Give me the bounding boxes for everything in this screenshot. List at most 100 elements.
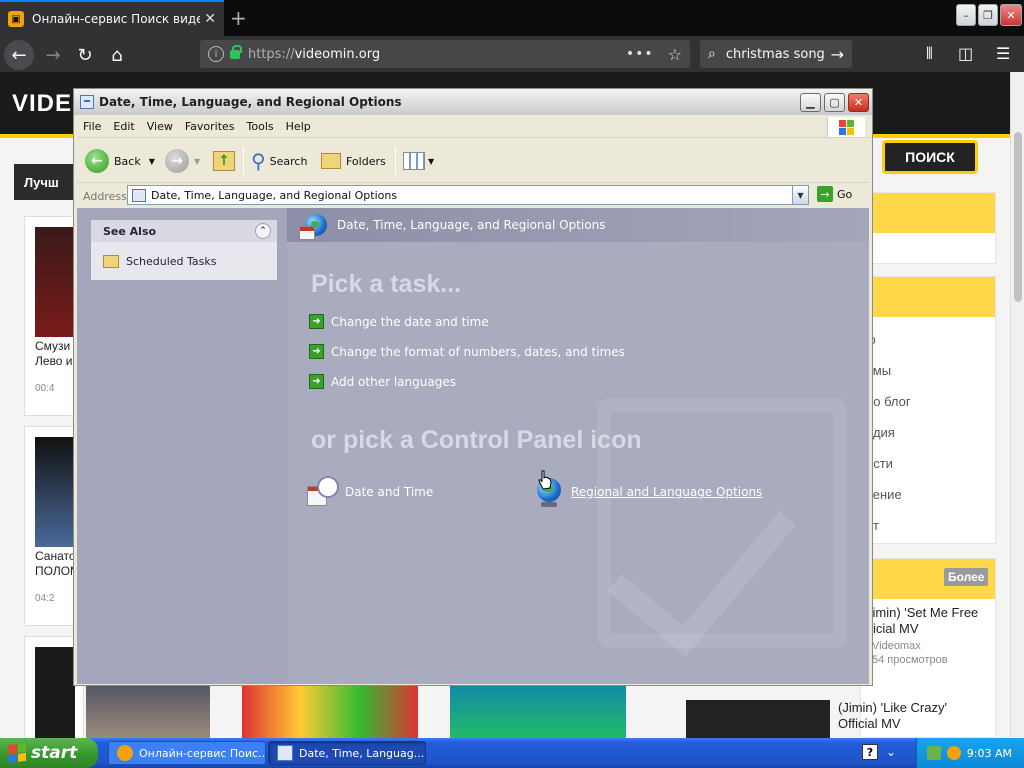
calendar-icon [299, 226, 315, 240]
address-label: Address [83, 189, 127, 203]
taskbar-firefox-button[interactable]: Онлайн-сервис Поис... [108, 741, 266, 765]
folders-button[interactable]: Folders [321, 145, 386, 177]
video-thumbnail[interactable] [242, 684, 418, 738]
sidebar-toggle-icon[interactable]: ◫ [958, 44, 973, 63]
date-and-time-applet[interactable]: Date and Time [307, 476, 433, 508]
dropdown-arrow-icon[interactable]: ▼ [149, 157, 155, 166]
address-bar: Address Date, Time, Language, and Region… [77, 184, 869, 208]
library-icon[interactable]: ⫴ [926, 44, 933, 64]
search-tray-icon[interactable] [946, 746, 961, 760]
task-change-number-format[interactable]: ➜ Change the format of numbers, dates, a… [309, 344, 625, 359]
windows-flag-icon [827, 117, 865, 137]
address-input[interactable]: Date, Time, Language, and Regional Optio… [127, 185, 809, 205]
page-actions-icon[interactable]: ••• [626, 46, 654, 62]
search-go-arrow-icon[interactable]: → [831, 45, 844, 64]
task-arrow-icon: ➜ [309, 344, 324, 359]
video-thumbnail[interactable] [86, 684, 210, 738]
close-browser-button[interactable]: ✕ [1000, 4, 1022, 26]
windows-logo-icon [8, 742, 26, 764]
menu-view[interactable]: View [141, 120, 179, 133]
site-logo[interactable]: VIDE [12, 90, 72, 118]
video-duration: 00:4 [35, 383, 55, 394]
close-tab-icon[interactable]: ✕ [204, 11, 216, 27]
toolbar: ← Back ▼ → ▼ ↑ ⚲ Search Folders ▼ [77, 139, 869, 183]
back-arrow-icon: ← [85, 149, 109, 173]
dropdown-arrow-icon[interactable]: ▼ [428, 157, 434, 166]
back-arrow-icon[interactable]: ← [4, 40, 34, 70]
minimize-browser-button[interactable]: – [956, 4, 976, 26]
regional-language-applet[interactable]: Regional and Language Options [533, 476, 762, 508]
taskbar: start Онлайн-сервис Поис... Date, Time, … [0, 738, 1024, 768]
url-bar[interactable]: i https:// videomin.org ••• ☆ [200, 40, 690, 68]
task-change-date-time[interactable]: ➜ Change the date and time [309, 314, 489, 329]
menu-tools[interactable]: Tools [241, 120, 280, 133]
browser-tab[interactable]: ▣ Онлайн-сервис Поиск видео и с ✕ [0, 0, 224, 36]
video-thumbnail[interactable] [35, 647, 75, 738]
scheduled-tasks-link[interactable]: Scheduled Tasks [91, 242, 277, 280]
menu-file[interactable]: File [77, 120, 107, 133]
forward-arrow-icon: → [165, 149, 189, 173]
dropdown-arrow-icon[interactable]: ▼ [194, 157, 200, 166]
browser-tab-bar: ▣ Онлайн-сервис Поиск видео и с ✕ + – ❐ … [0, 0, 1024, 36]
folders-icon [321, 153, 341, 169]
window-titlebar[interactable]: Date, Time, Language, and Regional Optio… [74, 89, 872, 115]
browser-tab-title: Онлайн-сервис Поиск видео и с [32, 12, 200, 26]
task-pane: See Also ⌃ Scheduled Tasks [77, 208, 287, 684]
or-pick-icon-heading: or pick a Control Panel icon [311, 426, 642, 454]
go-button[interactable]: → Go [817, 186, 852, 202]
video-thumbnail[interactable] [450, 684, 626, 738]
video-thumbnail[interactable] [35, 227, 75, 337]
regional-language-label: Regional and Language Options [571, 485, 763, 499]
system-tray: 9:03 AM [916, 738, 1024, 768]
see-also-panel: See Also ⌃ Scheduled Tasks [91, 220, 277, 280]
forward-button[interactable]: → ▼ [165, 145, 200, 177]
url-host: videomin.org [294, 46, 381, 62]
home-icon[interactable]: ⌂ [102, 40, 132, 70]
video-title-link[interactable]: (Jimin) 'Like Crazy' Official MV [838, 700, 988, 732]
see-also-header[interactable]: See Also ⌃ [91, 220, 277, 242]
maximize-button[interactable]: ▢ [824, 93, 845, 112]
window-content: See Also ⌃ Scheduled Tasks Date, Time, L… [77, 208, 869, 684]
address-dropdown-icon[interactable]: ▼ [792, 186, 808, 204]
control-panel-icon [132, 188, 146, 202]
page-scrollbar[interactable] [1010, 72, 1024, 738]
hand-cursor-icon [538, 470, 552, 490]
collapse-chevron-icon[interactable]: ⌃ [255, 223, 271, 239]
menu-favorites[interactable]: Favorites [179, 120, 241, 133]
minimize-button[interactable]: ▁ [800, 93, 821, 112]
control-panel-icon [277, 745, 293, 761]
up-folder-button[interactable]: ↑ [213, 145, 235, 177]
menu-hamburger-icon[interactable]: ☰ [996, 44, 1010, 63]
help-icon[interactable]: ? [862, 744, 878, 760]
menu-edit[interactable]: Edit [107, 120, 140, 133]
network-icon[interactable] [926, 746, 941, 760]
browser-search-box[interactable]: ⌕ christmas song → [700, 40, 852, 68]
scheduled-tasks-icon [103, 254, 119, 268]
reload-icon[interactable]: ↻ [70, 40, 100, 70]
video-thumbnail[interactable] [686, 700, 830, 738]
video-views: 54 просмотров [872, 654, 948, 666]
task-arrow-icon: ➜ [309, 314, 324, 329]
task-add-languages[interactable]: ➜ Add other languages [309, 374, 456, 389]
category-pane: Date, Time, Language, and Regional Optio… [287, 208, 869, 684]
taskbar-control-panel-button[interactable]: Date, Time, Languag... [268, 741, 426, 765]
tray-expand-chevron-icon[interactable]: ⌄ [886, 745, 896, 759]
go-arrow-icon: → [817, 186, 833, 202]
site-search-button[interactable]: ПОИСК [882, 140, 978, 174]
video-thumbnail[interactable] [35, 437, 75, 547]
menu-help[interactable]: Help [280, 120, 317, 133]
video-title-link[interactable]: Jimin) 'Set Me Free fficial MV [866, 605, 996, 637]
site-favicon-icon: ▣ [8, 11, 24, 27]
more-button[interactable]: Более [944, 568, 989, 586]
close-button[interactable]: ✕ [848, 93, 869, 112]
url-protocol: https:// [248, 46, 295, 62]
site-info-icon[interactable]: i [208, 46, 224, 62]
bookmark-star-icon[interactable]: ☆ [668, 45, 682, 64]
forward-arrow-icon[interactable]: → [38, 40, 68, 70]
back-button[interactable]: ← Back ▼ [85, 145, 155, 177]
new-tab-icon[interactable]: + [230, 6, 247, 30]
start-button[interactable]: start [0, 738, 98, 768]
search-button[interactable]: ⚲ Search [251, 145, 307, 177]
restore-browser-button[interactable]: ❐ [978, 4, 998, 26]
views-button[interactable]: ▼ [403, 145, 434, 177]
